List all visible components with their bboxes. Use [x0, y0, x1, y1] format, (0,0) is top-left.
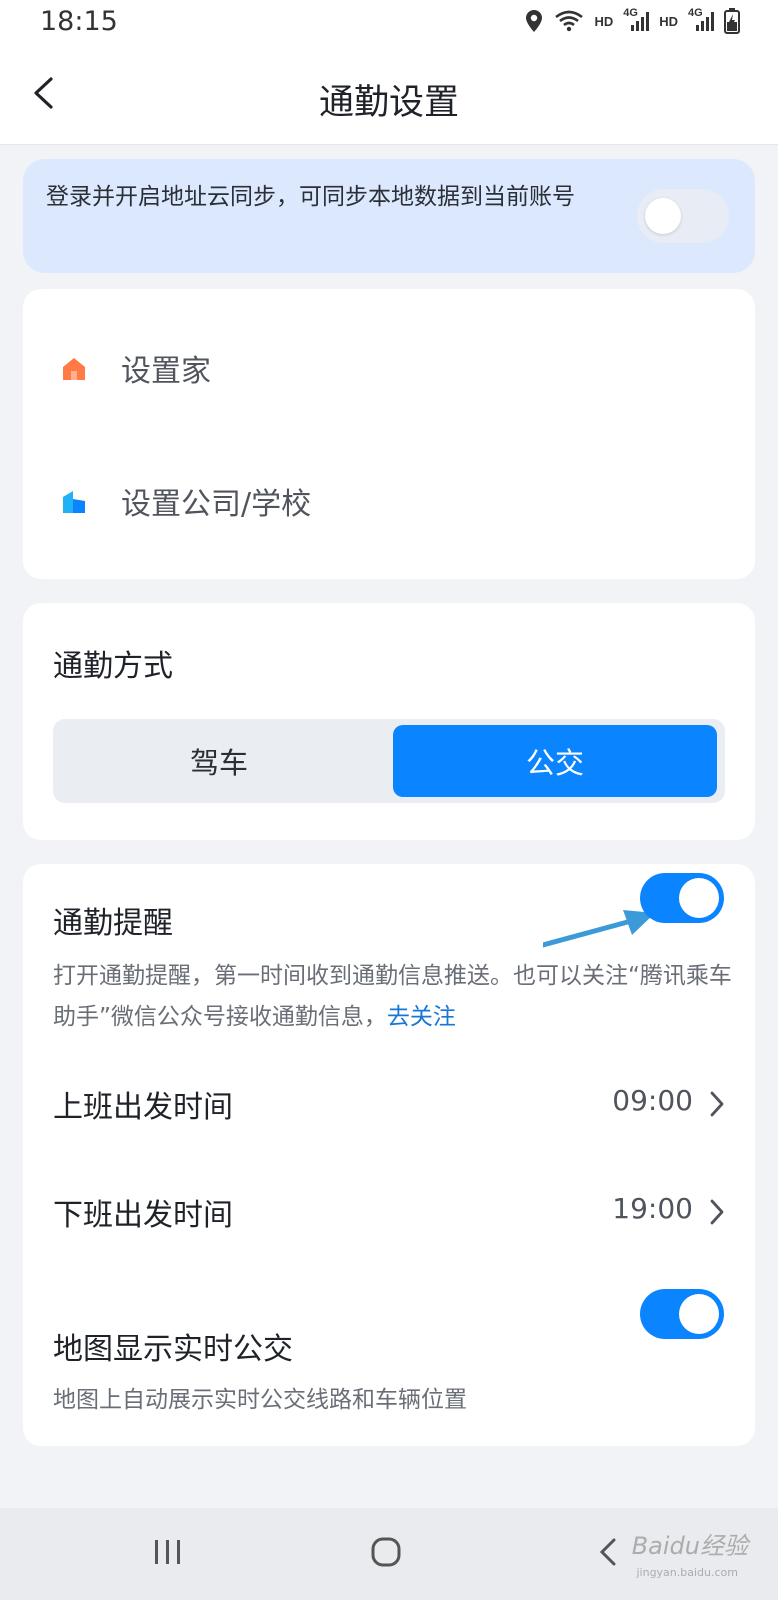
hd-label-2: HD — [659, 13, 678, 29]
status-time: 18:15 — [40, 6, 118, 37]
set-home-row[interactable]: 设置家 — [23, 314, 755, 424]
work-departure-value: 09:00 — [612, 1084, 693, 1117]
set-work-row[interactable]: 设置公司/学校 — [23, 447, 755, 557]
cloud-sync-toggle[interactable] — [637, 189, 729, 243]
wifi-icon — [554, 9, 584, 33]
back-nav-button[interactable] — [578, 1532, 638, 1576]
toggle-knob — [679, 878, 719, 918]
hd-label-1: HD — [594, 13, 614, 29]
cloud-sync-banner: 登录并开启地址云同步，可同步本地数据到当前账号 — [23, 159, 755, 273]
commute-mode-title: 通勤方式 — [53, 649, 173, 684]
signal-icon: 4G — [623, 7, 650, 33]
cloud-sync-text: 登录并开启地址云同步，可同步本地数据到当前账号 — [46, 184, 575, 210]
commute-reminder-description: 打开通勤提醒，第一时间收到通勤信息推送。也可以关注“腾讯乘车助手”微信公众号接收… — [53, 956, 743, 1038]
set-work-label: 设置公司/学校 — [121, 487, 312, 522]
toggle-knob — [679, 1294, 719, 1334]
commute-reminder-toggle[interactable] — [640, 873, 724, 923]
app-header: 通勤设置 — [0, 48, 778, 145]
off-work-departure-time-row[interactable]: 下班出发时间 19:00 — [23, 1168, 755, 1258]
follow-link[interactable]: 去关注 — [387, 1004, 456, 1030]
back-arrow-icon — [598, 1537, 618, 1571]
recent-apps-icon — [152, 1538, 184, 1570]
location-icon — [524, 9, 544, 33]
set-home-label: 设置家 — [121, 354, 211, 389]
commute-mode-card: 通勤方式 驾车 公交 — [23, 603, 755, 840]
home-circle-icon — [370, 1536, 402, 1572]
map-realtime-bus-title: 地图显示实时公交 — [53, 1332, 293, 1367]
chevron-right-icon — [709, 1090, 725, 1122]
building-icon — [61, 489, 87, 515]
signal-icon: 4G — [688, 7, 714, 33]
mode-option-bus[interactable]: 公交 — [393, 725, 717, 797]
commute-reminder-title: 通勤提醒 — [53, 906, 173, 941]
map-realtime-bus-description: 地图上自动展示实时公交线路和车辆位置 — [53, 1387, 467, 1413]
map-realtime-bus-toggle[interactable] — [640, 1289, 724, 1339]
home-icon — [61, 356, 87, 382]
mode-option-drive[interactable]: 驾车 — [59, 725, 379, 797]
status-bar: 18:15 HD 4G HD 4G — [0, 0, 778, 48]
chevron-right-icon — [709, 1198, 725, 1230]
system-navigation-bar: Baidu经验 jingyan.baidu.com — [0, 1508, 778, 1600]
off-work-departure-value: 19:00 — [612, 1192, 693, 1225]
commute-reminder-card: 通勤提醒 打开通勤提醒，第一时间收到通勤信息推送。也可以关注“腾讯乘车助手”微信… — [23, 864, 755, 1446]
address-card: 设置家 设置公司/学校 — [23, 289, 755, 579]
recent-apps-button[interactable] — [138, 1532, 198, 1576]
off-work-departure-label: 下班出发时间 — [53, 1198, 233, 1233]
home-button[interactable] — [356, 1532, 416, 1576]
toggle-knob — [645, 198, 681, 234]
page-title: 通勤设置 — [318, 83, 459, 123]
watermark: Baidu经验 — [631, 1532, 748, 1560]
battery-charging-icon — [724, 8, 740, 34]
watermark-sub: jingyan.baidu.com — [636, 1566, 738, 1579]
status-icons: HD 4G HD 4G — [524, 7, 740, 34]
commute-mode-selector: 驾车 公交 — [53, 719, 725, 803]
work-departure-label: 上班出发时间 — [53, 1090, 233, 1125]
work-departure-time-row[interactable]: 上班出发时间 09:00 — [23, 1060, 755, 1150]
